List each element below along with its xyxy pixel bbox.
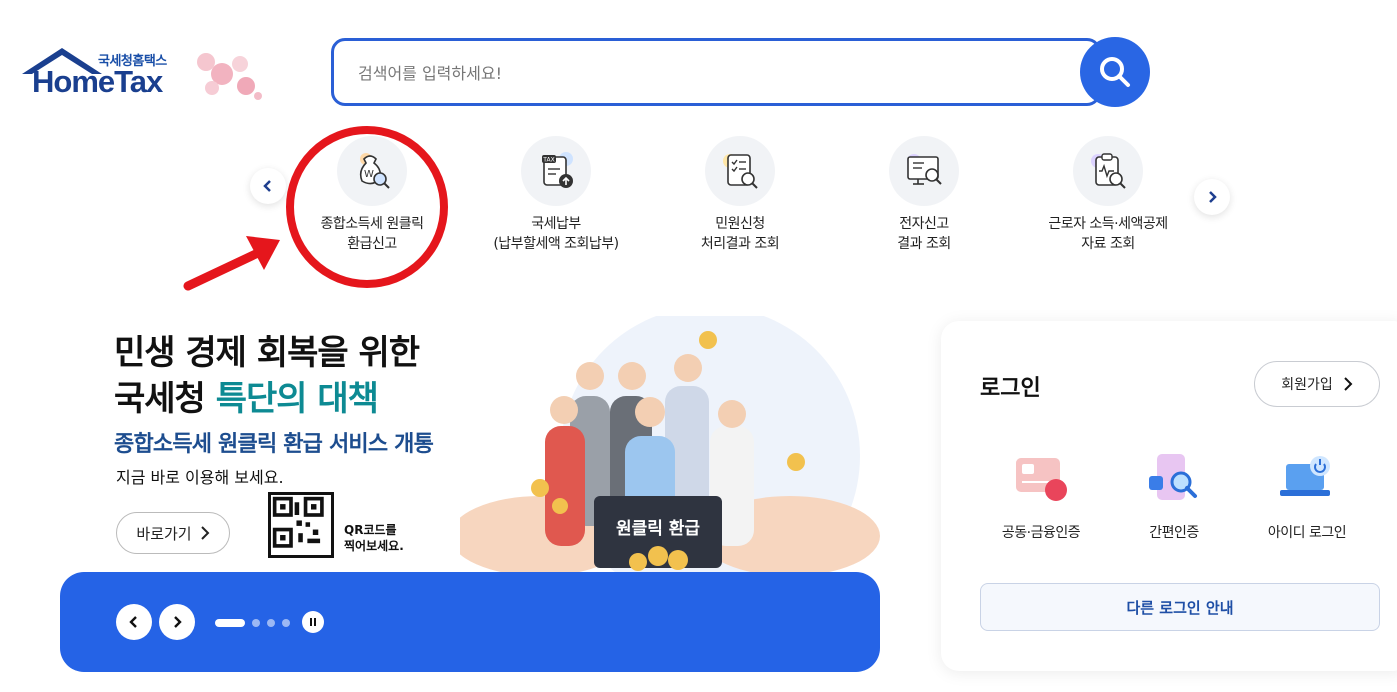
laptop-power-icon bbox=[1272, 448, 1342, 508]
svg-text:TAX: TAX bbox=[542, 157, 554, 164]
banner-pause-button[interactable] bbox=[302, 611, 324, 633]
slide-indicator-4[interactable] bbox=[282, 619, 290, 627]
search-box bbox=[331, 38, 1101, 106]
banner-go-button[interactable]: 바로가기 bbox=[116, 512, 230, 554]
qr-code-icon bbox=[268, 492, 334, 558]
login-option-label: 공동·금융인증 bbox=[1001, 525, 1081, 541]
banner-description: 지금 바로 이용해 보세요. bbox=[116, 468, 284, 487]
cherry-blossom-icon bbox=[197, 53, 262, 100]
quick-menu-label: 전자신고 결과 조회 bbox=[897, 216, 951, 252]
login-option-label: 간편인증 bbox=[1149, 525, 1199, 541]
signup-label: 회원가입 bbox=[1281, 377, 1333, 393]
slide-indicator-1[interactable] bbox=[215, 619, 245, 627]
banner-title-prefix: 국세청 bbox=[114, 379, 216, 419]
other-login-guide-button[interactable]: 다른 로그인 안내 bbox=[980, 583, 1380, 631]
checklist-search-icon bbox=[705, 136, 775, 206]
search-input[interactable] bbox=[358, 59, 1058, 87]
login-option-label: 아이디 로그인 bbox=[1267, 525, 1347, 541]
phone-search-icon bbox=[1139, 448, 1209, 508]
logo-title: HomeTax bbox=[32, 64, 163, 99]
highlight-circle-annotation bbox=[286, 126, 448, 288]
login-option-certificate[interactable]: 공동·금융인증 bbox=[976, 448, 1106, 542]
monitor-search-icon bbox=[889, 136, 959, 206]
banner-prev-button[interactable] bbox=[116, 604, 152, 640]
quick-menu-item-e-filing-result[interactable]: 전자신고 결과 조회 bbox=[834, 136, 1014, 254]
banner-title-accent: 특단의 대책 bbox=[215, 379, 379, 419]
chevron-right-icon bbox=[1209, 191, 1217, 203]
banner-subtitle: 종합소득세 원클릭 환급 서비스 개통 bbox=[114, 432, 434, 457]
banner-title: 민생 경제 회복을 위한 국세청 특단의 대책 bbox=[114, 330, 420, 422]
slide-indicator-3[interactable] bbox=[267, 619, 275, 627]
red-arrow-annotation bbox=[183, 236, 280, 291]
refund-celebration-illustration: 원클릭 환급 bbox=[460, 316, 880, 572]
login-option-id-login[interactable]: 아이디 로그인 bbox=[1242, 448, 1372, 542]
quick-menu-label: 근로자 소득·세액공제 자료 조회 bbox=[1048, 216, 1168, 252]
banner-title-line2: 국세청 특단의 대책 bbox=[114, 376, 419, 422]
receipt-search-icon bbox=[1073, 136, 1143, 206]
illustration-sign-text: 원클릭 환급 bbox=[616, 519, 700, 539]
banner-title-line1: 민생 경제 회복을 위한 bbox=[114, 333, 420, 373]
quick-menu-label: 국세납부 (납부할세액 조회납부) bbox=[493, 216, 619, 252]
search-button[interactable] bbox=[1080, 37, 1150, 107]
tax-document-upload-icon: TAX bbox=[521, 136, 591, 206]
quick-menu-item-tax-payment[interactable]: TAX 국세납부 (납부할세액 조회납부) bbox=[466, 136, 646, 254]
chevron-right-icon bbox=[1344, 377, 1353, 391]
quick-menu-item-worker-deduction[interactable]: 근로자 소득·세액공제 자료 조회 bbox=[1018, 136, 1198, 254]
qr-code-caption: QR코드를 찍어보세요. bbox=[344, 523, 404, 553]
slide-indicator-2[interactable] bbox=[252, 619, 260, 627]
go-button-label: 바로가기 bbox=[136, 524, 192, 543]
quick-menu-next-button[interactable] bbox=[1194, 179, 1230, 215]
chevron-left-icon bbox=[129, 616, 137, 628]
hometax-logo[interactable]: 국세청홈택스 HomeTax bbox=[18, 44, 268, 104]
certificate-card-icon bbox=[1006, 448, 1076, 508]
banner-next-button[interactable] bbox=[159, 604, 195, 640]
signup-button[interactable]: 회원가입 bbox=[1254, 361, 1380, 407]
search-icon bbox=[1100, 57, 1130, 87]
quick-menu-item-civil-result[interactable]: 민원신청 처리결과 조회 bbox=[650, 136, 830, 254]
login-option-simple-auth[interactable]: 간편인증 bbox=[1109, 448, 1239, 542]
quick-menu-prev-button[interactable] bbox=[250, 168, 286, 204]
chevron-right-icon bbox=[174, 616, 182, 628]
login-title: 로그인 bbox=[980, 376, 1041, 401]
pause-icon bbox=[310, 618, 316, 626]
chevron-right-icon bbox=[200, 526, 210, 540]
chevron-left-icon bbox=[263, 180, 271, 192]
quick-menu-label: 민원신청 처리결과 조회 bbox=[700, 216, 780, 252]
hometax-main-page: 국세청홈택스 HomeTax W bbox=[0, 0, 1397, 692]
